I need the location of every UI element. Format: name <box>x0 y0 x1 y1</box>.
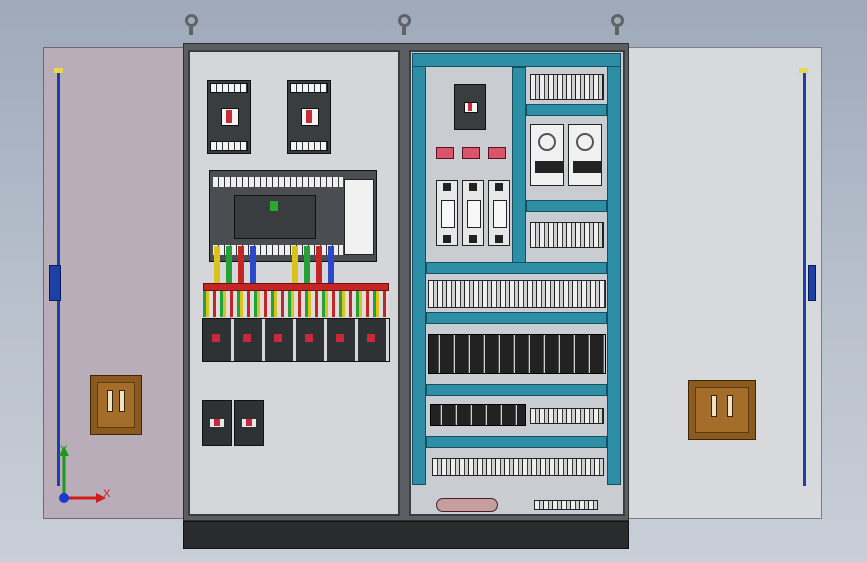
wire-duct-h1 <box>426 262 607 274</box>
fuse-holder-2[interactable] <box>462 180 484 246</box>
wire-duct-h2 <box>426 312 607 324</box>
lifting-eye-icon <box>611 14 624 27</box>
left-door-handle-icon[interactable] <box>90 375 142 435</box>
indicator-lamp <box>462 147 480 159</box>
wire-duct-h4 <box>426 436 607 448</box>
wire-duct-h6 <box>526 200 607 212</box>
right-door-handle-icon[interactable] <box>688 380 756 440</box>
terminal-block-row-3 <box>432 458 604 476</box>
relay-row[interactable] <box>428 334 606 374</box>
right-rod-cap-top <box>799 68 808 73</box>
relay-row-small[interactable] <box>430 404 526 426</box>
lifting-eye-stem <box>402 27 406 35</box>
cable-green <box>226 246 232 286</box>
branch-wiring <box>203 291 389 317</box>
wire-duct-mid-vertical <box>512 67 526 263</box>
cabinet-plinth <box>183 521 629 549</box>
wire-duct-top <box>412 53 621 67</box>
wire-duct-h5 <box>526 104 607 116</box>
power-supply-1[interactable] <box>530 124 564 186</box>
controller-module[interactable] <box>344 179 374 255</box>
breaker-toggle[interactable] <box>274 334 282 342</box>
cable-blue <box>250 246 256 286</box>
left-rod-cap-top <box>54 68 63 73</box>
aux-breaker-2[interactable] <box>234 400 264 446</box>
lifting-eye-stem <box>615 27 619 35</box>
terminal-block-row-1 <box>428 280 606 308</box>
wire-duct-left <box>412 53 426 485</box>
breaker-toggle[interactable] <box>336 334 344 342</box>
bottom-terminal-strip <box>534 500 598 510</box>
lifting-eye-icon <box>398 14 411 27</box>
terminal-strip-mid <box>530 222 604 248</box>
cable-red <box>238 246 244 286</box>
aux-breaker-1[interactable] <box>202 400 232 446</box>
busbar <box>203 283 389 291</box>
breaker-toggle[interactable] <box>243 334 251 342</box>
cable-green <box>304 246 310 286</box>
fuse-holder-1[interactable] <box>436 180 458 246</box>
cable-yellow <box>292 246 298 286</box>
cable-red <box>316 246 322 286</box>
left-latch[interactable] <box>49 265 61 301</box>
fuse-holder-3[interactable] <box>488 180 510 246</box>
terminal-strip-top <box>530 74 604 100</box>
right-hinge-rod <box>803 72 806 486</box>
bottom-connector <box>436 498 498 512</box>
breaker-toggle[interactable] <box>367 334 375 342</box>
branch-breaker-row[interactable] <box>202 318 390 362</box>
control-breaker[interactable] <box>454 84 486 130</box>
indicator-lamp <box>488 147 506 159</box>
power-supply-2[interactable] <box>568 124 602 186</box>
axis-y-label: Y <box>60 444 68 456</box>
axis-x-label: X <box>103 488 111 500</box>
cable-yellow <box>214 246 220 286</box>
breaker-toggle[interactable] <box>212 334 220 342</box>
main-breaker-2[interactable] <box>287 80 331 154</box>
cable-blue <box>328 246 334 286</box>
lifting-eye-stem <box>189 27 193 35</box>
lifting-eye-icon <box>185 14 198 27</box>
wire-duct-h3 <box>426 384 607 396</box>
main-breaker-1[interactable] <box>207 80 251 154</box>
terminal-block-row-2 <box>530 408 604 424</box>
right-door <box>628 47 822 519</box>
wire-duct-right <box>607 53 621 485</box>
indicator-lamp <box>436 147 454 159</box>
breaker-toggle[interactable] <box>305 334 313 342</box>
right-latch[interactable] <box>808 265 816 301</box>
